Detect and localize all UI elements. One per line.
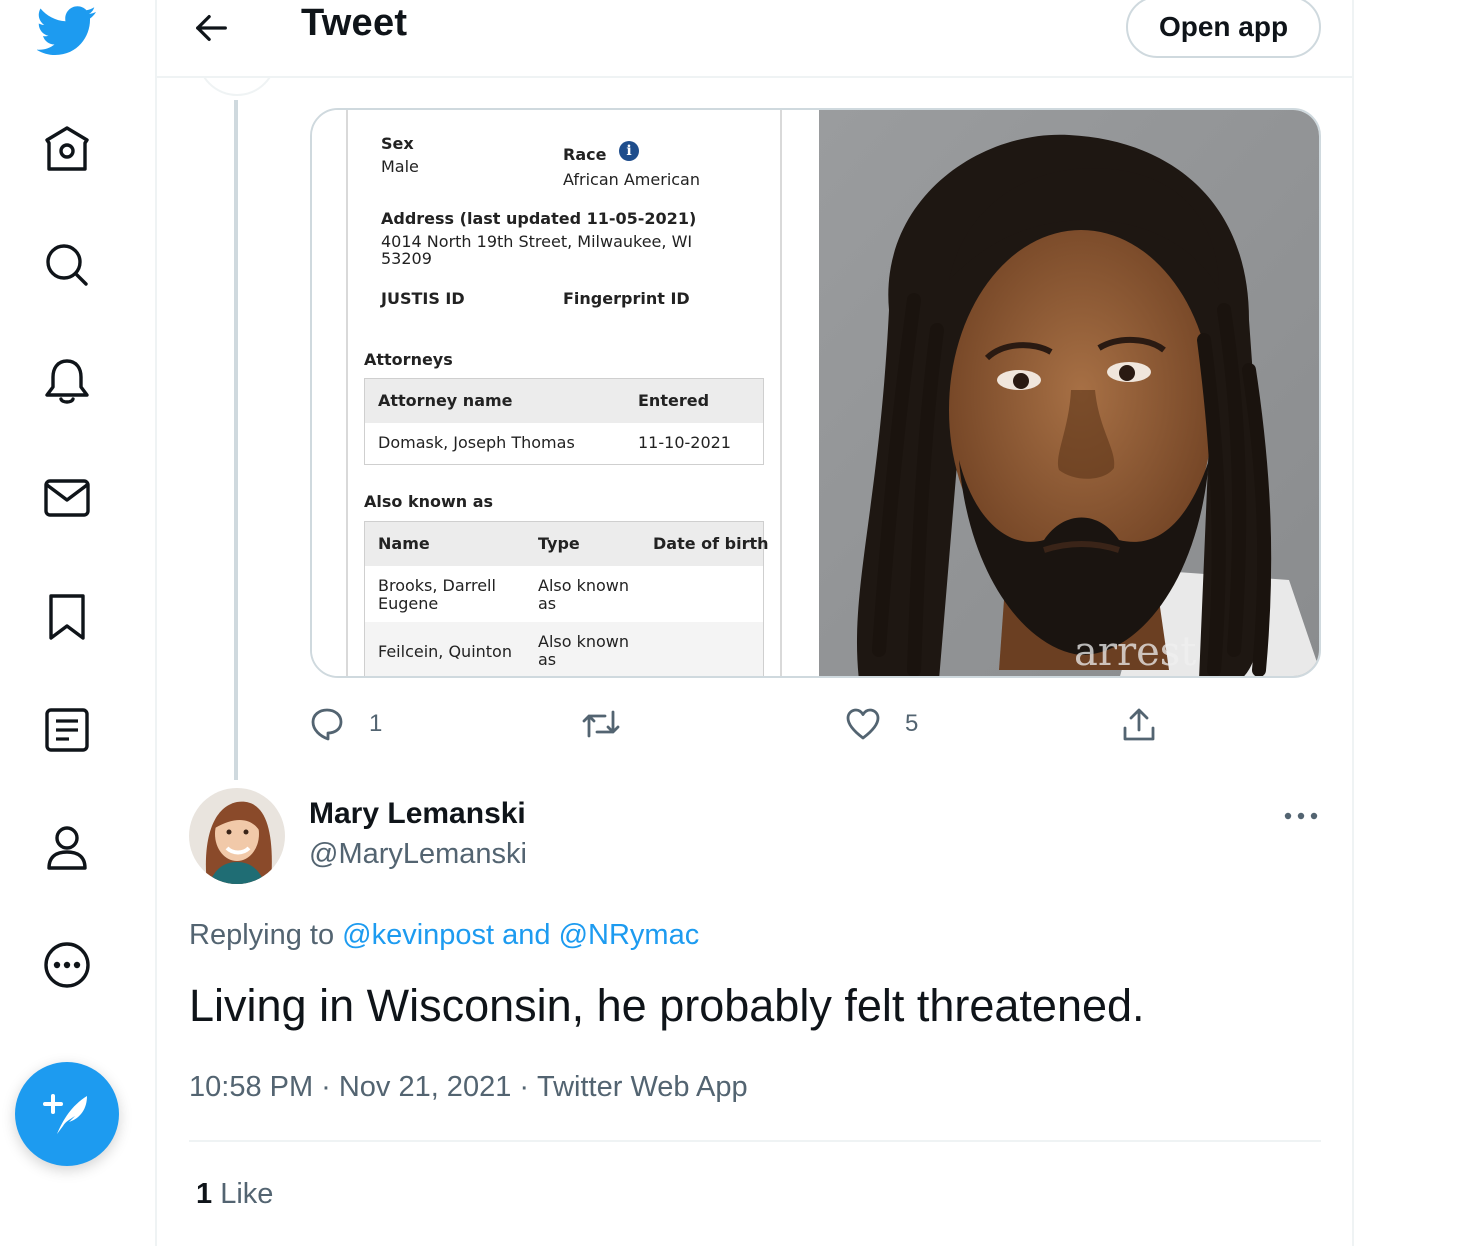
court-record-image: Sex Male Race i African American Address… (312, 110, 817, 676)
more-circle-icon[interactable] (37, 935, 97, 995)
likes-summary-link[interactable]: 1 Like (196, 1178, 273, 1211)
table-cell: Also known (538, 632, 630, 651)
doc-aka-heading: Also known as (364, 492, 494, 511)
share-icon (1123, 708, 1155, 741)
tweet-media-card[interactable]: Sex Male Race i African American Address… (310, 108, 1321, 678)
table-cell: Brooks, Darrell (378, 576, 496, 595)
like-count: 5 (905, 710, 919, 737)
likes-label: Like (220, 1178, 274, 1210)
compose-tweet-button[interactable] (15, 1062, 119, 1166)
aka-table: Name Type Date of birth Brooks, Darrell … (364, 521, 769, 676)
compose-feather-icon (43, 1094, 87, 1134)
reply-action-button[interactable]: 1 (309, 702, 382, 746)
table-cell: Eugene (378, 594, 439, 613)
separator-dot: · (519, 1071, 529, 1103)
open-app-button[interactable]: Open app (1126, 0, 1321, 58)
attorneys-table: Attorney name Entered Domask, Joseph Tho… (364, 378, 764, 465)
column-border-left (155, 0, 157, 1246)
doc-attorneys-heading: Attorneys (364, 350, 453, 369)
table-header-cell: Entered (638, 391, 710, 410)
author-name[interactable]: Mary Lemanski (309, 797, 526, 831)
table-cell: 11-10-2021 (638, 433, 731, 452)
sidebar-nav (0, 0, 155, 1246)
like-action-button[interactable]: 5 (845, 702, 918, 746)
tweet-date[interactable]: Nov 21, 2021 (339, 1071, 512, 1103)
mugshot-photo: arrest (819, 110, 1319, 676)
back-arrow-icon (196, 14, 227, 42)
bookmark-icon[interactable] (37, 587, 97, 647)
table-header-cell: Type (538, 534, 580, 553)
thread-connector-line (234, 100, 238, 780)
replying-prefix: Replying to (189, 919, 335, 951)
likes-count: 1 (196, 1178, 213, 1210)
retweet-action-button[interactable] (581, 702, 645, 746)
column-border-right (1352, 0, 1354, 1246)
doc-border-right (780, 110, 782, 676)
table-header-cell: Date of birth (653, 534, 769, 553)
heart-icon (846, 708, 880, 740)
table-header-cell: Name (378, 534, 430, 553)
doc-address-line2: 53209 (381, 249, 432, 268)
info-icon: i (619, 141, 639, 161)
table-cell: Also known (538, 576, 630, 595)
watermark-text: arrest (1074, 629, 1196, 675)
reply-icon (311, 708, 343, 741)
lists-icon[interactable] (37, 700, 97, 760)
avatar[interactable] (189, 788, 285, 884)
doc-fingerprint-label: Fingerprint ID (563, 289, 690, 308)
share-action-button[interactable] (1121, 702, 1157, 746)
replying-to-mentions-link[interactable]: @kevinpost and @NRymac (342, 919, 699, 951)
twitter-logo-icon[interactable] (37, 0, 97, 60)
doc-race-value: African American (563, 170, 700, 189)
table-cell: Feilcein, Quinton (378, 642, 512, 661)
table-cell: as (538, 650, 557, 669)
tweet-metadata: 10:58 PM · Nov 21, 2021 · Twitter Web App (189, 1071, 748, 1104)
tweet-time[interactable]: 10:58 PM (189, 1071, 313, 1103)
messages-envelope-icon[interactable] (37, 468, 97, 528)
doc-justis-label: JUSTIS ID (381, 289, 465, 308)
separator-dot: · (321, 1071, 331, 1103)
tweet-source[interactable]: Twitter Web App (537, 1071, 748, 1103)
doc-border-left (346, 110, 348, 676)
more-options-button[interactable] (1276, 796, 1326, 836)
search-icon[interactable] (37, 235, 97, 295)
doc-sex-value: Male (381, 157, 419, 176)
tweet-text: Living in Wisconsin, he probably felt th… (189, 980, 1145, 1031)
more-dots-icon (1284, 812, 1318, 820)
replying-to-line: Replying to @kevinpost and @NRymac (189, 919, 699, 952)
mugshot-illustration: arrest (819, 110, 1319, 676)
home-icon[interactable] (37, 119, 97, 179)
notifications-bell-icon[interactable] (37, 351, 97, 411)
avatar-image (189, 788, 285, 884)
doc-address-label: Address (last updated 11-05-2021) (381, 209, 697, 228)
page-title: Tweet (301, 2, 408, 44)
profile-icon[interactable] (37, 818, 97, 878)
retweet-icon (582, 710, 620, 738)
top-header: Tweet Open app (157, 0, 1352, 78)
table-cell: as (538, 594, 557, 613)
back-button[interactable] (190, 6, 234, 50)
author-handle[interactable]: @MaryLemanski (309, 838, 527, 871)
doc-sex-label: Sex (381, 134, 414, 153)
table-header-cell: Attorney name (378, 391, 513, 410)
doc-race-label: Race (563, 145, 607, 164)
table-cell: Domask, Joseph Thomas (378, 433, 575, 452)
reply-count: 1 (369, 710, 383, 737)
section-divider (189, 1140, 1321, 1142)
